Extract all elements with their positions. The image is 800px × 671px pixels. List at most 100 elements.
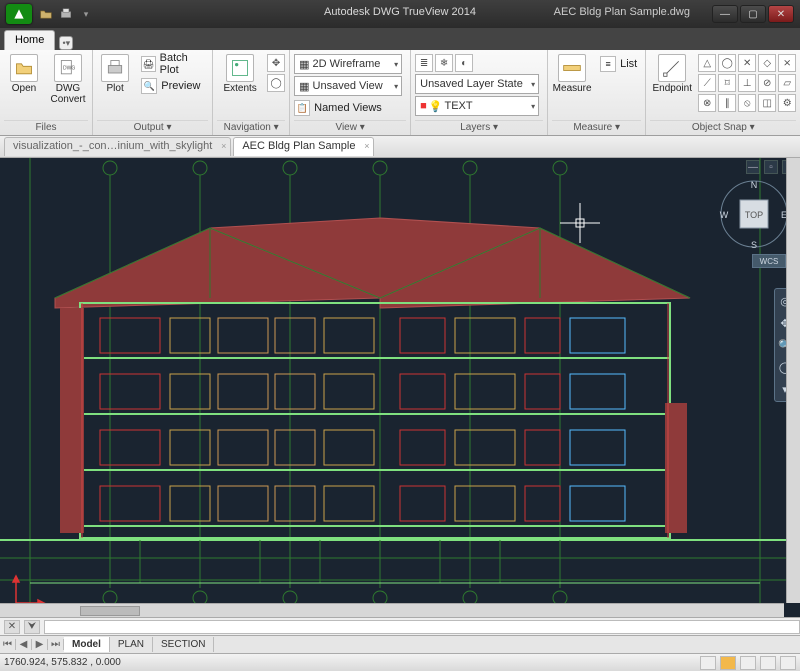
file-tab-2[interactable]: AEC Bldg Plan Sample× xyxy=(233,137,374,156)
document-filename: AEC Bldg Plan Sample.dwg xyxy=(554,6,690,18)
layout-tab-section[interactable]: SECTION xyxy=(153,637,214,652)
cmd-expand-icon[interactable]: ⮟ xyxy=(24,620,40,634)
preview-button[interactable]: 🔍Preview xyxy=(137,76,208,96)
visual-style-combo[interactable]: ▦2D Wireframe xyxy=(294,54,402,74)
snap-center-icon[interactable]: ◯ xyxy=(718,54,736,72)
snap-ins-icon[interactable]: ⌑ xyxy=(718,74,736,92)
snap-none-icon[interactable]: ⦸ xyxy=(738,94,756,112)
layer-state-combo[interactable]: Unsaved Layer State xyxy=(415,74,539,94)
app-logo-icon xyxy=(12,7,26,21)
panel-title-view[interactable]: View ▾ xyxy=(294,120,406,135)
panel-navigation: Extents ✥ ◯ Navigation ▾ xyxy=(213,50,290,135)
titlebar: ▾ Autodesk DWG TrueView 2014 AEC Bldg Pl… xyxy=(0,0,800,28)
status-workspace-button[interactable] xyxy=(760,656,776,670)
layout-tab-model[interactable]: Model xyxy=(64,637,110,652)
panel-title-files: Files xyxy=(4,120,88,135)
status-model-button[interactable] xyxy=(700,656,716,670)
panel-view: ▦2D Wireframe ▦Unsaved View 📋Named Views… xyxy=(290,50,411,135)
snap-perp-icon[interactable]: ⊥ xyxy=(738,74,756,92)
viewcube-n: N xyxy=(751,180,758,190)
batch-plot-button[interactable]: 🖨Batch Plot xyxy=(137,54,208,74)
layout-last-button[interactable]: ⏭ xyxy=(48,639,64,650)
open-icon[interactable] xyxy=(38,6,54,22)
panel-files: Open DWG DWG Convert Files xyxy=(0,50,93,135)
snap-near-icon[interactable]: ▱ xyxy=(778,74,796,92)
status-cleanscreen-button[interactable] xyxy=(780,656,796,670)
measure-button[interactable]: Measure xyxy=(552,52,592,95)
minimize-button[interactable]: — xyxy=(712,5,738,23)
app-title: Autodesk DWG TrueView 2014 xyxy=(324,6,476,18)
ruler-icon xyxy=(562,58,582,78)
panel-title-measure[interactable]: Measure ▾ xyxy=(552,120,641,135)
extents-button[interactable]: Extents xyxy=(217,52,263,95)
batch-plot-icon: 🖨 xyxy=(141,56,155,72)
dwg-convert-button[interactable]: DWG DWG Convert xyxy=(48,52,88,105)
panel-title-navigation[interactable]: Navigation ▾ xyxy=(217,120,285,135)
layer-off-button[interactable]: ◐ xyxy=(455,54,473,72)
qat-dropdown-icon[interactable]: ▾ xyxy=(78,6,94,22)
app-menu-button[interactable] xyxy=(6,4,32,24)
panel-osnap: Endpoint △◯✕◇⨯ ⟋⌑⊥⊘▱ ⊗∥⦸◫⚙ Object Snap ▾ xyxy=(646,50,800,135)
quick-access-toolbar: ▾ xyxy=(38,6,94,22)
horizontal-scrollbar[interactable] xyxy=(0,603,784,617)
open-button[interactable]: Open xyxy=(4,52,44,95)
file-tab-1[interactable]: visualization_-_con…inium_with_skylight× xyxy=(4,137,231,156)
tab-expand-button[interactable]: •▾ xyxy=(59,36,73,50)
vertical-scrollbar[interactable] xyxy=(786,158,800,603)
snap-set-icon[interactable]: ⚙ xyxy=(778,94,796,112)
cmd-close-icon[interactable]: ✕ xyxy=(4,620,20,634)
snap-mid-icon[interactable]: △ xyxy=(698,54,716,72)
pan-button[interactable]: ✥ xyxy=(267,54,285,72)
panel-layers: ≣ ❄ ◐ Unsaved Layer State ■💡TEXT Layers … xyxy=(411,50,548,135)
wcs-label[interactable]: WCS xyxy=(752,254,786,268)
layer-combo[interactable]: ■💡TEXT xyxy=(415,96,539,116)
snap-quad-icon[interactable]: ◇ xyxy=(758,54,776,72)
close-tab-icon[interactable]: × xyxy=(364,141,369,151)
status-lock-button[interactable] xyxy=(740,656,756,670)
snap-node-icon[interactable]: ✕ xyxy=(738,54,756,72)
file-tabs-row: visualization_-_con…inium_with_skylight×… xyxy=(0,136,800,158)
panel-title-output[interactable]: Output ▾ xyxy=(97,120,208,135)
list-icon: ≡ xyxy=(600,56,616,72)
close-tab-icon[interactable]: × xyxy=(221,141,226,151)
folder-open-icon xyxy=(14,58,34,78)
snap-3d-icon[interactable]: ◫ xyxy=(758,94,776,112)
dwg-convert-icon: DWG xyxy=(58,58,78,78)
tab-home[interactable]: Home xyxy=(4,30,55,50)
layout-first-button[interactable]: ⏮ xyxy=(0,639,16,650)
viewcube[interactable]: N S E W TOP xyxy=(718,178,790,250)
snap-tan-icon[interactable]: ⊘ xyxy=(758,74,776,92)
panel-output: Plot 🖨Batch Plot 🔍Preview Output ▾ xyxy=(93,50,213,135)
maximize-button[interactable]: ▢ xyxy=(740,5,766,23)
svg-text:DWG: DWG xyxy=(63,66,75,72)
drawing-canvas[interactable]: — ▫ ✕ xyxy=(0,158,800,617)
named-views-icon: 📋 xyxy=(294,100,310,116)
layer-freeze-button[interactable]: ❄ xyxy=(435,54,453,72)
orbit-button[interactable]: ◯ xyxy=(267,74,285,92)
viewcube-w: W xyxy=(720,210,729,220)
snap-ext-icon[interactable]: ⟋ xyxy=(698,74,716,92)
plot-button[interactable]: Plot xyxy=(97,52,133,95)
plot-icon[interactable] xyxy=(58,6,74,22)
snap-app-icon[interactable]: ⊗ xyxy=(698,94,716,112)
layout-next-button[interactable]: ▶ xyxy=(32,639,48,650)
named-views-button[interactable]: 📋Named Views xyxy=(294,98,406,118)
layer-prop-button[interactable]: ≣ xyxy=(415,54,433,72)
layout-tab-plan[interactable]: PLAN xyxy=(110,637,153,652)
status-annoscale-button[interactable] xyxy=(720,656,736,670)
named-views-combo[interactable]: ▦Unsaved View xyxy=(294,76,402,96)
snap-int-icon[interactable]: ⨯ xyxy=(778,54,796,72)
list-button[interactable]: ≡List xyxy=(596,54,641,74)
endpoint-button[interactable]: Endpoint xyxy=(650,52,694,95)
layout-tabs: ⏮ ◀ ▶ ⏭ Model PLAN SECTION xyxy=(0,635,800,653)
snap-par-icon[interactable]: ∥ xyxy=(718,94,736,112)
panel-title-layers[interactable]: Layers ▾ xyxy=(415,120,543,135)
ribbon: Open DWG DWG Convert Files Plot 🖨Batch P… xyxy=(0,50,800,136)
close-button[interactable]: ✕ xyxy=(768,5,794,23)
coordinates-readout: 1760.924, 575.832 , 0.000 xyxy=(4,657,121,668)
cad-drawing xyxy=(0,158,800,617)
printer-icon xyxy=(105,58,125,78)
command-line[interactable]: ✕ ⮟ xyxy=(0,617,800,635)
layout-prev-button[interactable]: ◀ xyxy=(16,639,32,650)
panel-title-osnap[interactable]: Object Snap ▾ xyxy=(650,120,796,135)
